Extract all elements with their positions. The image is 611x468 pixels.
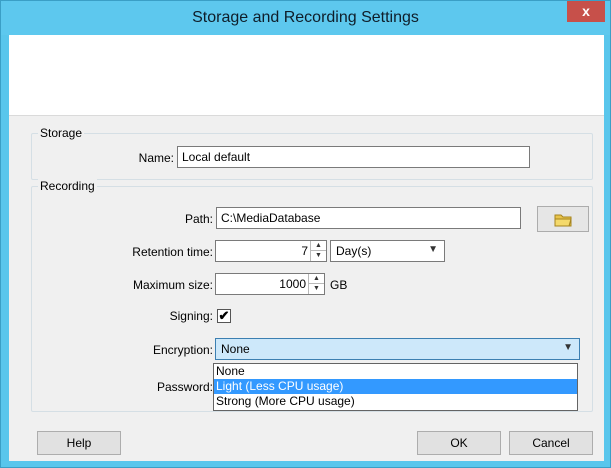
title-bar[interactable]: Storage and Recording Settings x	[1, 1, 610, 35]
max-size-spinner[interactable]: 1000 ▲ ▼	[215, 273, 325, 295]
retention-unit-select[interactable]: Day(s) ▼	[330, 240, 445, 262]
retention-spin-buttons: ▲ ▼	[310, 241, 326, 261]
dialog-title: Storage and Recording Settings	[192, 9, 419, 26]
encryption-value: None	[221, 342, 250, 356]
max-size-label: Maximum size:	[132, 278, 213, 292]
recording-group-label: Recording	[38, 179, 97, 193]
ok-button[interactable]: OK	[417, 431, 501, 455]
encryption-dropdown-list: None Light (Less CPU usage) Strong (More…	[213, 363, 578, 411]
max-size-value: 1000	[279, 277, 306, 291]
close-button[interactable]: x	[567, 1, 605, 22]
retention-unit-value: Day(s)	[336, 244, 372, 258]
encryption-select[interactable]: None ▼	[215, 338, 580, 360]
dropdown-option-light[interactable]: Light (Less CPU usage)	[214, 379, 577, 394]
name-input[interactable]: Local default	[177, 146, 530, 168]
path-label: Path:	[184, 212, 213, 226]
close-icon: x	[582, 3, 590, 19]
spin-down-icon[interactable]: ▼	[311, 251, 326, 261]
dialog-window: Storage and Recording Settings x Storage…	[0, 0, 611, 468]
cancel-button[interactable]: Cancel	[509, 431, 593, 455]
password-label: Password:	[156, 380, 213, 394]
retention-value: 7	[301, 244, 308, 258]
spin-up-icon[interactable]: ▲	[309, 274, 324, 284]
max-size-spin-buttons: ▲ ▼	[308, 274, 324, 294]
signing-label: Signing:	[169, 309, 213, 323]
checkmark-icon: ✔	[218, 308, 230, 323]
browse-button[interactable]	[537, 206, 589, 232]
storage-group-label: Storage	[38, 126, 85, 140]
signing-checkbox[interactable]: ✔	[217, 309, 231, 323]
encryption-label: Encryption:	[152, 343, 213, 357]
retention-spinner[interactable]: 7 ▲ ▼	[215, 240, 327, 262]
folder-icon	[554, 214, 572, 227]
dropdown-option-none[interactable]: None	[214, 364, 577, 379]
spin-up-icon[interactable]: ▲	[311, 241, 326, 251]
max-size-unit: GB	[330, 278, 348, 292]
name-label: Name:	[138, 151, 174, 165]
spin-down-icon[interactable]: ▼	[309, 284, 324, 294]
dropdown-option-strong[interactable]: Strong (More CPU usage)	[214, 394, 577, 409]
chevron-down-icon: ▼	[428, 244, 438, 255]
help-button[interactable]: Help	[37, 431, 121, 455]
chevron-down-icon: ▼	[563, 342, 573, 353]
header-banner	[9, 35, 604, 115]
retention-label: Retention time:	[132, 245, 213, 259]
path-input[interactable]: C:\MediaDatabase	[216, 207, 521, 229]
